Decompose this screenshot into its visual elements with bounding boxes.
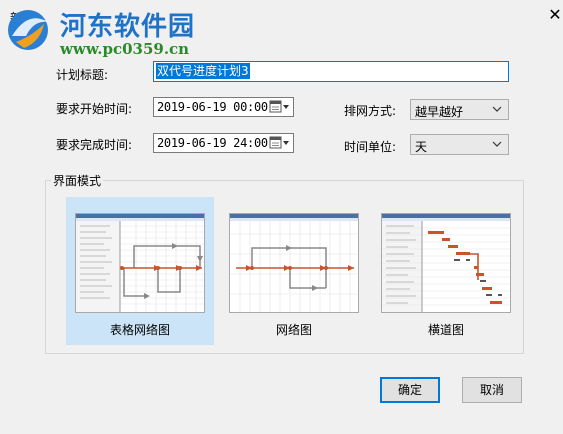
network-thumbnail (229, 213, 359, 313)
gantt-diagram (382, 214, 510, 312)
table-network-thumbnail (75, 213, 205, 313)
chevron-down-icon (492, 141, 502, 147)
network-diagram (230, 214, 358, 312)
interface-mode-title: 界面模式 (51, 172, 104, 189)
arrange-select[interactable]: 越早越好 (410, 99, 509, 120)
table-network-diagram (76, 214, 204, 312)
calendar-dropdown-icon[interactable] (269, 100, 291, 114)
close-button[interactable]: ✕ (548, 7, 562, 23)
cancel-button[interactable]: 取消 (462, 377, 522, 403)
end-time-picker[interactable]: 2019-06-19 24:00 (153, 133, 294, 153)
gantt-thumbnail (381, 213, 511, 313)
plan-title-label: 计划标题: (56, 68, 109, 82)
plan-title-input[interactable]: 双代号进度计划3 (153, 61, 509, 82)
watermark-name: 河东软件园 (60, 12, 196, 42)
start-time-label: 要求开始时间: (56, 102, 133, 116)
ok-button[interactable]: 确定 (380, 377, 440, 403)
arrange-value: 越早越好 (415, 105, 464, 119)
mode-option-gantt[interactable]: 横道图 (372, 197, 520, 345)
chevron-down-icon (492, 106, 502, 112)
watermark-url: www.pc0359.cn (60, 40, 190, 58)
watermark-logo (8, 10, 48, 50)
start-time-value: 2019-06-19 00:00 (157, 100, 268, 114)
mode-option-table-network[interactable]: 表格网络图 (66, 197, 214, 345)
calendar-dropdown-icon[interactable] (269, 136, 291, 150)
end-time-value: 2019-06-19 24:00 (157, 136, 268, 150)
unit-value: 天 (415, 140, 428, 154)
unit-label: 时间单位: (344, 140, 397, 154)
end-time-label: 要求完成时间: (56, 138, 133, 152)
plan-title-value: 双代号进度计划3 (156, 63, 250, 79)
mode-option-network[interactable]: 网络图 (220, 197, 368, 345)
unit-select[interactable]: 天 (410, 134, 509, 155)
mode-label-gantt: 横道图 (427, 323, 464, 337)
arrange-label: 排网方式: (344, 104, 397, 118)
mode-label-table-network: 表格网络图 (109, 323, 170, 337)
mode-label-network: 网络图 (275, 323, 312, 337)
start-time-picker[interactable]: 2019-06-19 00:00 (153, 97, 294, 117)
